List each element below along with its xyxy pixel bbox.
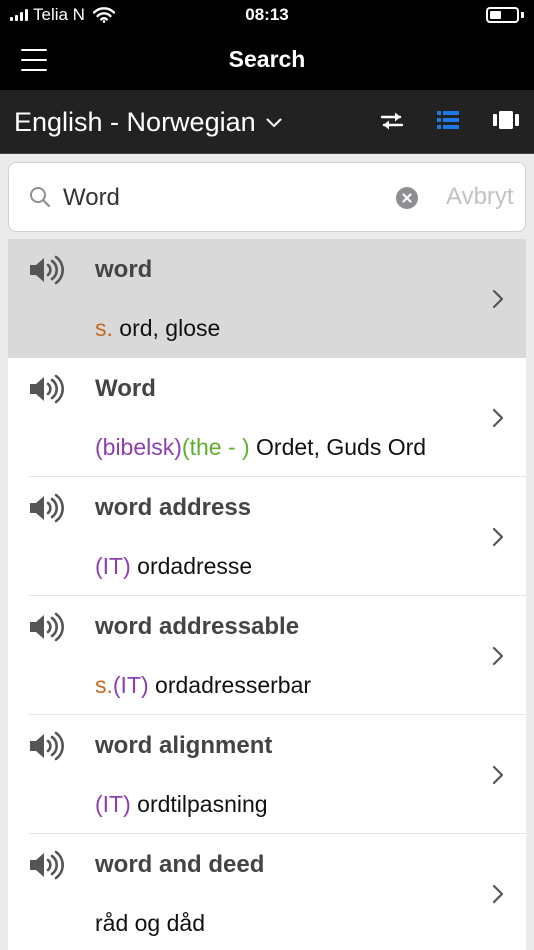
page-title: Search	[228, 46, 306, 72]
result-row[interactable]: Word (bibelsk)(the - ) Ordet, Guds Ord	[8, 358, 526, 477]
result-row[interactable]: word and deed råd og dåd	[8, 834, 526, 950]
result-translation-line: s. ord, glose	[95, 315, 220, 342]
result-translation-line: s.(IT) ordadresserbar	[95, 672, 311, 699]
language-pair-dropdown[interactable]: English - Norwegian	[14, 107, 282, 138]
result-row[interactable]: word alignment (IT) ordtilpasning	[8, 715, 526, 834]
part-of-speech: s.	[95, 672, 113, 698]
result-row[interactable]: word s. ord, glose	[8, 239, 526, 358]
battery-level	[490, 11, 501, 19]
translation-text: ordtilpasning	[137, 791, 268, 817]
domain-label: (bibelsk)	[95, 434, 182, 460]
translation-text: ordadresserbar	[155, 672, 312, 698]
status-bar: Telia N 08:13	[0, 0, 534, 32]
chevron-right-icon[interactable]	[492, 289, 504, 314]
nav-bar: Search	[0, 32, 534, 90]
swap-languages-icon[interactable]	[379, 110, 405, 137]
clear-search-icon[interactable]	[396, 187, 418, 209]
list-view-icon[interactable]	[437, 110, 459, 135]
chevron-right-icon[interactable]	[492, 646, 504, 671]
language-bar: English - Norwegian	[0, 90, 534, 154]
part-of-speech: s.	[95, 315, 113, 341]
search-area: Avbryt word s. ord, glose Word (bibelsk)(th…	[0, 154, 534, 950]
chevron-right-icon[interactable]	[492, 884, 504, 909]
results-list: word s. ord, glose Word (bibelsk)(the - ) O…	[8, 239, 526, 950]
translation-text: ordadresse	[137, 553, 253, 579]
language-pair-label: English - Norwegian	[14, 107, 256, 137]
result-translation-line: råd og dåd	[95, 910, 205, 937]
domain-label: (IT)	[95, 791, 131, 817]
chevron-right-icon[interactable]	[492, 527, 504, 552]
usage-label: (the - )	[181, 434, 250, 460]
domain-label: (IT)	[95, 553, 131, 579]
chevron-right-icon[interactable]	[492, 765, 504, 790]
result-headword: word addressable	[95, 613, 300, 640]
search-box: Avbryt	[8, 162, 526, 232]
chevron-down-icon	[266, 118, 282, 127]
result-headword: word address	[95, 494, 252, 521]
chevron-right-icon[interactable]	[492, 408, 504, 433]
speaker-icon[interactable]	[28, 850, 64, 885]
speaker-icon[interactable]	[28, 493, 64, 528]
speaker-icon[interactable]	[28, 374, 64, 409]
translation-text: ord, glose	[119, 315, 221, 341]
speaker-icon[interactable]	[28, 255, 64, 290]
result-row[interactable]: word addressable s.(IT) ordadresserbar	[8, 596, 526, 715]
search-input[interactable]	[63, 181, 383, 215]
result-headword: word and deed	[95, 851, 265, 878]
cancel-button[interactable]: Avbryt	[446, 183, 514, 211]
result-headword: word	[95, 256, 153, 283]
result-translation-line: (IT) ordtilpasning	[95, 791, 268, 818]
result-row[interactable]: word address (IT) ordadresse	[8, 477, 526, 596]
speaker-icon[interactable]	[28, 612, 64, 647]
speaker-icon[interactable]	[28, 731, 64, 766]
result-translation-line: (IT) ordadresse	[95, 553, 252, 580]
battery-icon	[486, 7, 524, 23]
status-time: 08:13	[245, 5, 289, 24]
result-headword: word alignment	[95, 732, 273, 759]
result-headword: Word	[95, 375, 156, 402]
card-view-icon[interactable]	[493, 110, 519, 135]
translation-text: råd og dåd	[95, 910, 205, 936]
search-icon	[30, 187, 51, 208]
translation-text: Ordet, Guds Ord	[256, 434, 427, 460]
domain-label: (IT)	[112, 672, 149, 698]
result-translation-line: (bibelsk)(the - ) Ordet, Guds Ord	[95, 434, 426, 461]
